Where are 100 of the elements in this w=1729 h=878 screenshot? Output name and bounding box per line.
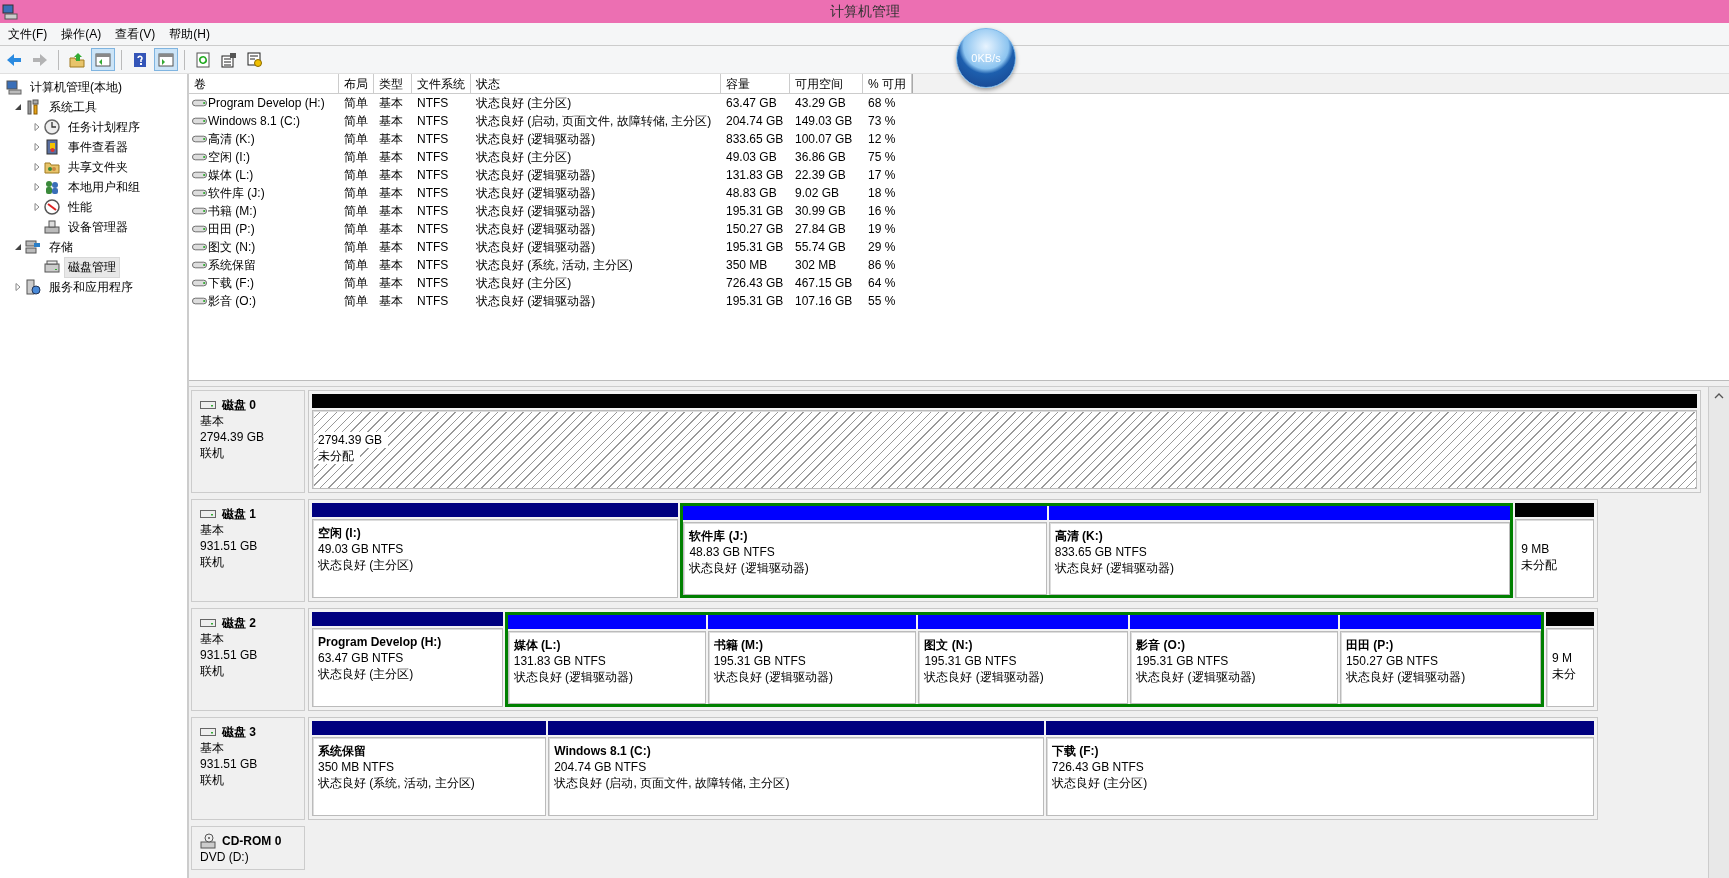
disk-info-panel[interactable]: 磁盘 3 基本 931.51 GB 联机 — [191, 717, 305, 820]
folder-up-icon — [69, 51, 85, 68]
table-cell-text: NTFS — [416, 294, 450, 308]
table-cell-text: 302 MB — [794, 258, 838, 272]
disk-info-panel[interactable]: 磁盘 1 基本 931.51 GB 联机 — [191, 499, 305, 602]
partition-status: 状态良好 (逻辑驱动器) — [713, 669, 834, 685]
volume-name[interactable]: Program Develop (H:) — [208, 96, 325, 110]
volume-name[interactable]: 影音 (O:) — [208, 292, 256, 310]
partition-box[interactable]: Program Develop (H:) 63.47 GB NTFS 状态良好 (主分区) — [312, 628, 503, 707]
tree-item[interactable]: 系统工具 — [45, 96, 101, 118]
partition-box[interactable]: 9 M 未分 — [1546, 628, 1594, 707]
partition-status: 未分 — [1552, 666, 1578, 682]
disk-info-panel[interactable]: 磁盘 0 基本 2794.39 GB 联机 — [191, 390, 305, 493]
expander-icon[interactable] — [14, 103, 22, 111]
tree-item[interactable]: 事件查看器 — [64, 136, 132, 158]
partition-size: 63.47 GB NTFS — [318, 650, 405, 666]
column-header[interactable]: 卷 — [189, 74, 339, 93]
partition-box[interactable]: 9 MB 未分配 — [1515, 519, 1594, 598]
partition-box[interactable]: 空闲 (I:) 49.03 GB NTFS 状态良好 (主分区) — [312, 519, 679, 598]
table-cell-text: 基本 — [378, 166, 404, 184]
column-header[interactable]: 状态 — [471, 74, 721, 93]
table-cell-text: 19 % — [867, 222, 897, 236]
volume-name[interactable]: 空闲 (I:) — [208, 148, 250, 166]
tree-item[interactable]: 计算机管理(本地) — [26, 76, 126, 98]
disk-info-panel[interactable]: 磁盘 2 基本 931.51 GB 联机 — [191, 608, 305, 711]
tree-item[interactable]: 本地用户和组 — [64, 176, 144, 198]
table-cell-text: NTFS — [416, 240, 450, 254]
table-cell-text: 63.47 GB — [725, 96, 778, 110]
expander-icon[interactable] — [14, 243, 22, 251]
column-header[interactable]: 可用空间 — [790, 74, 863, 93]
partition-name: 软件库 (J:) — [689, 528, 749, 544]
toolbar-button[interactable] — [154, 48, 178, 71]
menu-item[interactable]: 帮助(H) — [163, 23, 216, 45]
drive-icon — [192, 206, 207, 216]
partition-box[interactable]: 软件库 (J:) 48.83 GB NTFS 状态良好 (逻辑驱动器) — [683, 522, 1047, 595]
volume-name[interactable]: 书籍 (M:) — [208, 202, 257, 220]
table-cell-text: NTFS — [416, 132, 450, 146]
table-cell-text: 49.03 GB — [725, 150, 778, 164]
table-cell-text: 55 % — [867, 294, 897, 308]
partition-box[interactable]: 书籍 (M:) 195.31 GB NTFS 状态良好 (逻辑驱动器) — [707, 631, 917, 704]
table-cell-text: 27.84 GB — [794, 222, 847, 236]
partition-box[interactable]: 田田 (P:) 150.27 GB NTFS 状态良好 (逻辑驱动器) — [1339, 631, 1542, 704]
tree-item[interactable]: 性能 — [64, 196, 96, 218]
volume-name[interactable]: 田田 (P:) — [208, 220, 255, 238]
volume-name[interactable]: 高清 (K:) — [208, 130, 255, 148]
table-cell-text: 基本 — [378, 220, 404, 238]
partition-name: 影音 (O:) — [1136, 637, 1186, 653]
partition-size: 195.31 GB NTFS — [713, 653, 807, 669]
volume-name[interactable]: 下载 (F:) — [208, 274, 254, 292]
table-cell-text: 状态良好 (逻辑驱动器) — [475, 220, 597, 238]
partition-name: Windows 8.1 (C:) — [554, 743, 652, 759]
tree-item[interactable]: 服务和应用程序 — [45, 276, 137, 298]
partition-box[interactable]: Windows 8.1 (C:) 204.74 GB NTFS 状态良好 (启动, 页面文件, 故障转储, 主分区) — [548, 737, 1044, 816]
tree-item[interactable]: 设备管理器 — [64, 216, 132, 238]
table-cell-text: 9.02 GB — [794, 186, 841, 200]
scroll-up-icon[interactable] — [1714, 393, 1724, 399]
table-cell-text: NTFS — [416, 96, 450, 110]
volume-name[interactable]: 媒体 (L:) — [208, 166, 254, 184]
menu-item[interactable]: 操作(A) — [55, 23, 108, 45]
table-cell-text: 204.74 GB — [725, 114, 785, 128]
column-header[interactable]: 文件系统 — [412, 74, 471, 93]
table-cell-text: 状态良好 (主分区) — [475, 274, 573, 292]
partition-box[interactable]: 系统保留 350 MB NTFS 状态良好 (系统, 活动, 主分区) — [312, 737, 547, 816]
table-cell-text: 75 % — [867, 150, 897, 164]
tree-item[interactable]: 存储 — [45, 236, 77, 258]
partition-box[interactable]: 图文 (N:) 195.31 GB NTFS 状态良好 (逻辑驱动器) — [918, 631, 1129, 704]
partition-size: 131.83 GB NTFS — [513, 653, 607, 669]
partition-box[interactable]: 媒体 (L:) 131.83 GB NTFS 状态良好 (逻辑驱动器) — [507, 631, 706, 704]
table-cell-text: 状态良好 (系统, 活动, 主分区) — [475, 256, 634, 274]
table-cell-text: 基本 — [378, 130, 404, 148]
partition-box[interactable]: 下载 (F:) 726.43 GB NTFS 状态良好 (主分区) — [1045, 737, 1594, 816]
table-cell-text: 简单 — [343, 148, 369, 166]
table-cell-text: 基本 — [378, 148, 404, 166]
partition-status: 状态良好 (逻辑驱动器) — [689, 560, 810, 576]
partition-name: 系统保留 — [318, 743, 367, 759]
volume-name[interactable]: 系统保留 — [208, 256, 256, 274]
tree-item[interactable]: 磁盘管理 — [64, 256, 120, 278]
column-header[interactable]: 类型 — [374, 74, 412, 93]
table-cell-text: 简单 — [343, 292, 369, 310]
volume-name[interactable]: 图文 (N:) — [208, 238, 256, 256]
volume-name[interactable]: Windows 8.1 (C:) — [208, 114, 301, 128]
toolbar-button[interactable] — [91, 48, 115, 71]
pane-icon — [158, 51, 174, 68]
table-cell-text: NTFS — [416, 150, 450, 164]
column-header[interactable]: 布局 — [339, 74, 374, 93]
partition-status: 状态良好 (逻辑驱动器) — [1054, 560, 1176, 576]
partition-box[interactable]: 2794.39 GB 未分配 — [312, 410, 1697, 489]
menu-item[interactable]: 查看(V) — [109, 23, 162, 45]
vertical-scrollbar[interactable] — [1708, 387, 1729, 878]
disk-info-panel[interactable]: CD-ROM 0 DVD (D:) — [191, 826, 305, 870]
table-cell-text: 状态良好 (逻辑驱动器) — [475, 292, 597, 310]
column-header[interactable]: 容量 — [721, 74, 790, 93]
table-cell-text: 149.03 GB — [794, 114, 854, 128]
partition-box[interactable]: 高清 (K:) 833.65 GB NTFS 状态良好 (逻辑驱动器) — [1048, 522, 1511, 595]
partition-box[interactable]: 影音 (O:) 195.31 GB NTFS 状态良好 (逻辑驱动器) — [1130, 631, 1338, 704]
gauge-icon — [44, 199, 60, 215]
tree-item[interactable]: 共享文件夹 — [64, 156, 132, 178]
menu-item[interactable]: 文件(F) — [2, 23, 54, 45]
volume-name[interactable]: 软件库 (J:) — [208, 184, 265, 202]
tree-item[interactable]: 任务计划程序 — [64, 116, 144, 138]
